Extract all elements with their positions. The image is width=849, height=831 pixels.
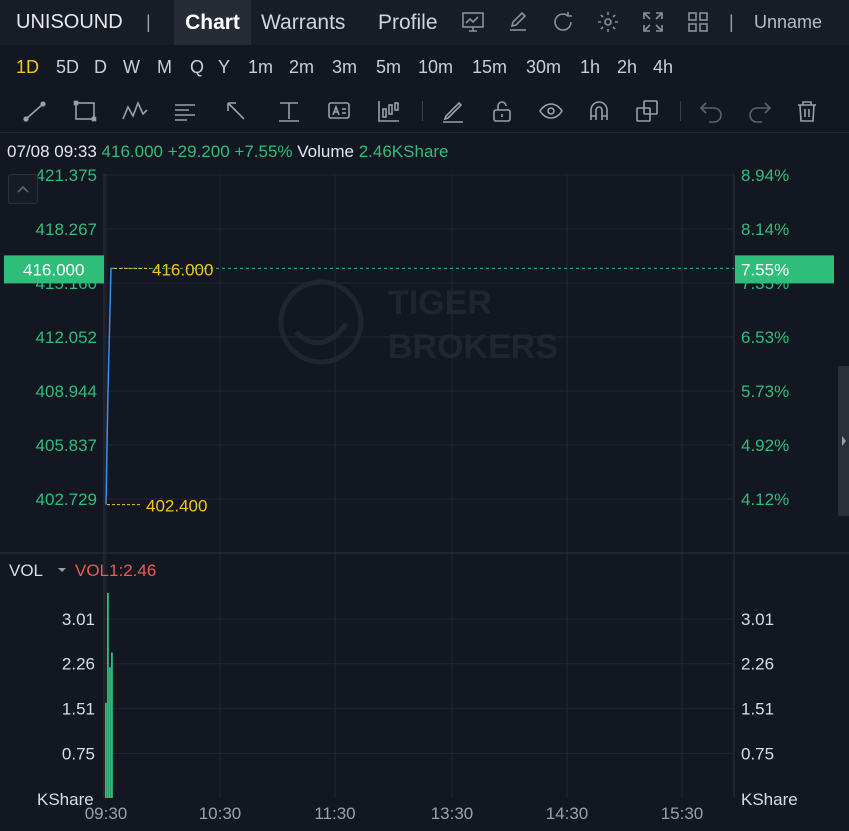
high-marker-label: 416.000 [152,260,213,279]
price-axis-label: 405.837 [36,436,97,455]
collapse-button[interactable] [8,174,38,204]
volume-axis-label: 1.51 [62,699,95,718]
price-volume-chart[interactable]: TIGER BROKERS 421.375418.267415.160412.0… [0,0,849,831]
svg-text:TIGER: TIGER [388,284,492,322]
svg-text:BROKERS: BROKERS [388,328,558,366]
volume-bar [107,592,109,798]
vol-indicator-value: VOL1:2.46 [75,561,156,580]
volume-axis-label: 0.75 [62,744,95,763]
time-axis-label: 15:30 [661,804,704,823]
volume-bar [105,702,107,798]
vol-unit-left: KShare [37,790,94,809]
current-pct-tag-label: 7.55% [741,260,789,279]
volume-axis-label-right: 1.51 [741,699,774,718]
pct-axis-label: 8.94% [741,166,789,185]
pct-axis-label: 4.92% [741,436,789,455]
pct-axis-label: 8.14% [741,220,789,239]
volume-axis-label-right: 2.26 [741,655,774,674]
price-line [105,267,114,505]
time-axis-label: 14:30 [546,804,589,823]
pct-axis-label: 4.12% [741,490,789,509]
side-panel-handle[interactable] [838,366,849,516]
time-axis-label: 11:30 [314,804,355,823]
pct-axis-label: 5.73% [741,382,789,401]
watermark-logo: TIGER BROKERS [278,279,558,366]
volume-axis-label-right: 3.01 [741,610,774,629]
time-axis-label: 10:30 [199,804,242,823]
volume-axis-label: 2.26 [62,655,95,674]
vol-unit-right: KShare [741,790,798,809]
low-marker-label: 402.400 [146,497,207,516]
price-axis-label: 412.052 [36,328,97,347]
time-axis-label: 13:30 [431,804,474,823]
volume-bar [109,667,111,798]
price-axis-label: 418.267 [36,220,97,239]
current-price-tag-label: 416.000 [23,260,84,279]
price-axis-label: 421.375 [36,166,97,185]
pct-axis-label: 6.53% [741,328,789,347]
volume-bar [111,652,113,798]
chevron-up-icon [17,185,29,193]
price-axis-label: 402.729 [36,490,97,509]
chevron-right-icon [842,436,846,446]
vol-dropdown-icon[interactable] [58,568,66,572]
price-axis-label: 408.944 [36,382,97,401]
volume-axis-label: 3.01 [62,610,95,629]
vol-pane-label[interactable]: VOL [9,561,43,580]
volume-axis-label-right: 0.75 [741,744,774,763]
